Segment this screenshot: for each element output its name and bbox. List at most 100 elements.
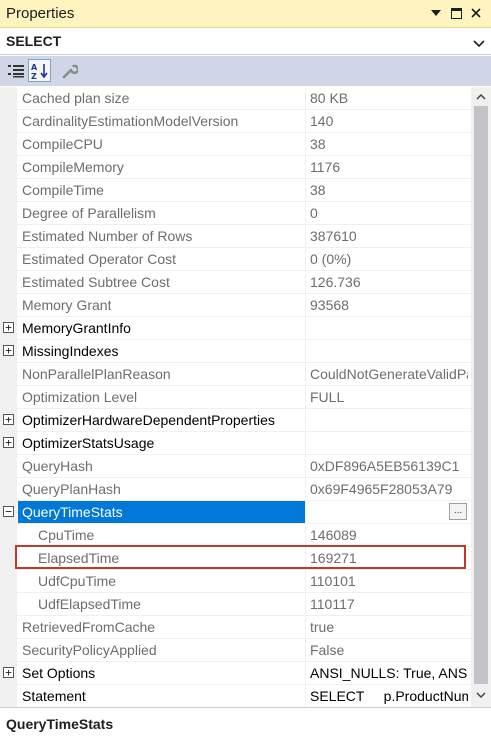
property-row-udf-cpu-time[interactable]: UdfCpuTime 110101 xyxy=(0,570,471,593)
property-row-query-plan-hash[interactable]: QueryPlanHash 0x69F4965F28053A79 xyxy=(0,478,471,501)
property-name: MemoryGrantInfo xyxy=(22,320,131,336)
property-name: QueryTimeStats xyxy=(18,501,305,523)
property-value: 110101 xyxy=(310,573,356,589)
maximize-icon[interactable] xyxy=(447,4,465,22)
property-row-optimization-level[interactable]: Optimization Level FULL xyxy=(0,386,471,409)
property-value: False xyxy=(310,642,345,658)
property-row-cardinality-estimation-model-version[interactable]: CardinalityEstimationModelVersion 140 xyxy=(0,110,471,133)
scroll-down-arrow-icon[interactable] xyxy=(471,686,491,704)
property-name: Memory Grant xyxy=(22,297,112,313)
property-row-query-time-stats[interactable]: − QueryTimeStats ... xyxy=(0,501,471,524)
property-name: CpuTime xyxy=(38,527,95,543)
property-grid: Cached plan size 80 KB CardinalityEstima… xyxy=(0,87,471,707)
property-row-memory-grant-info[interactable]: + MemoryGrantInfo xyxy=(0,317,471,340)
property-name: Estimated Subtree Cost xyxy=(22,274,170,290)
property-value: 169271 xyxy=(310,550,357,566)
property-row-compile-cpu[interactable]: CompileCPU 38 xyxy=(0,133,471,156)
collapse-minus-icon[interactable]: − xyxy=(3,506,14,517)
description-title: QueryTimeStats xyxy=(6,716,114,732)
property-value: SELECT p.ProductNumber xyxy=(310,688,468,704)
property-name: RetrievedFromCache xyxy=(22,619,156,635)
property-row-degree-of-parallelism[interactable]: Degree of Parallelism 0 xyxy=(0,202,471,225)
property-name: Statement xyxy=(22,688,86,704)
property-value: 0x69F4965F28053A79 xyxy=(310,481,453,497)
property-value xyxy=(310,340,468,362)
alphabetical-sort-icon[interactable]: A Z xyxy=(28,59,51,82)
property-row-estimated-operator-cost[interactable]: Estimated Operator Cost 0 (0%) xyxy=(0,248,471,271)
property-name: CardinalityEstimationModelVersion xyxy=(22,113,239,129)
property-row-estimated-subtree-cost[interactable]: Estimated Subtree Cost 126.736 xyxy=(0,271,471,294)
property-name: OptimizerHardwareDependentProperties xyxy=(22,412,275,428)
panel-title: Properties xyxy=(6,5,75,22)
object-selector[interactable]: SELECT xyxy=(0,29,491,55)
svg-text:Z: Z xyxy=(31,72,37,80)
property-row-memory-grant[interactable]: Memory Grant 93568 xyxy=(0,294,471,317)
property-value: 80 KB xyxy=(310,90,349,106)
property-value: 0 (0%) xyxy=(310,251,352,267)
property-row-compile-time[interactable]: CompileTime 38 xyxy=(0,179,471,202)
close-icon[interactable] xyxy=(467,4,485,22)
property-row-optimizer-hardware-dependent-properties[interactable]: + OptimizerHardwareDependentProperties xyxy=(0,409,471,432)
property-value: 38 xyxy=(310,182,326,198)
property-value: 38 xyxy=(310,136,326,152)
property-name: MissingIndexes xyxy=(22,343,119,359)
categorized-view-icon[interactable] xyxy=(4,59,27,82)
svg-text:A: A xyxy=(31,63,38,72)
property-row-optimizer-stats-usage[interactable]: + OptimizerStatsUsage xyxy=(0,432,471,455)
property-value: 146089 xyxy=(310,527,357,543)
selected-object-name: SELECT xyxy=(6,33,62,49)
expand-plus-icon[interactable]: + xyxy=(3,322,14,333)
property-row-cpu-time[interactable]: CpuTime 146089 xyxy=(0,524,471,547)
property-value: 387610 xyxy=(310,228,357,244)
property-value: 140 xyxy=(310,113,334,129)
property-name: Estimated Number of Rows xyxy=(22,228,193,244)
property-row-statement[interactable]: Statement SELECT p.ProductNumber xyxy=(0,685,471,707)
property-row-set-options[interactable]: + Set Options ANSI_NULLS: True, ANSI_PAD… xyxy=(0,662,471,685)
property-row-non-parallel-plan-reason[interactable]: NonParallelPlanReason CouldNotGenerateVa… xyxy=(0,363,471,386)
property-row-udf-elapsed-time[interactable]: UdfElapsedTime 110117 xyxy=(0,593,471,616)
property-name: OptimizerStatsUsage xyxy=(22,435,155,451)
description-pane: QueryTimeStats xyxy=(0,707,491,742)
property-name: QueryHash xyxy=(22,458,93,474)
property-row-compile-memory[interactable]: CompileMemory 1176 xyxy=(0,156,471,179)
expand-plus-icon[interactable]: + xyxy=(3,414,14,425)
property-value: 110117 xyxy=(310,596,355,612)
expand-plus-icon[interactable]: + xyxy=(3,437,14,448)
window-position-dropdown-icon[interactable] xyxy=(427,4,445,22)
property-value: CouldNotGenerateValidParallelPlan xyxy=(310,366,468,382)
property-value: 1176 xyxy=(310,159,341,175)
property-value xyxy=(310,501,468,523)
scrollbar-thumb[interactable] xyxy=(474,106,488,684)
property-row-elapsed-time[interactable]: ElapsedTime 169271 xyxy=(0,547,471,570)
property-name: Set Options xyxy=(22,665,96,681)
vertical-scrollbar[interactable] xyxy=(471,87,491,707)
property-name: CompileMemory xyxy=(22,159,124,175)
property-value xyxy=(310,409,468,431)
wrench-icon[interactable] xyxy=(58,59,81,82)
property-name: CompileTime xyxy=(22,182,104,198)
property-row-query-hash[interactable]: QueryHash 0xDF896A5EB56139C1 xyxy=(0,455,471,478)
property-value: 93568 xyxy=(310,297,349,313)
property-value xyxy=(310,432,468,454)
expand-plus-icon[interactable]: + xyxy=(3,667,14,678)
property-name: UdfCpuTime xyxy=(38,573,117,589)
property-name: Cached plan size xyxy=(22,90,130,106)
ellipsis-button[interactable]: ... xyxy=(449,503,467,520)
property-name: ElapsedTime xyxy=(38,550,120,566)
property-row-cached-plan-size[interactable]: Cached plan size 80 KB xyxy=(0,87,471,110)
property-row-estimated-number-of-rows[interactable]: Estimated Number of Rows 387610 xyxy=(0,225,471,248)
property-row-missing-indexes[interactable]: + MissingIndexes xyxy=(0,340,471,363)
property-value xyxy=(310,317,468,339)
property-value: 0 xyxy=(310,205,318,221)
expand-plus-icon[interactable]: + xyxy=(3,345,14,356)
property-name: Estimated Operator Cost xyxy=(22,251,177,267)
property-name: NonParallelPlanReason xyxy=(22,366,171,382)
property-row-retrieved-from-cache[interactable]: RetrievedFromCache true xyxy=(0,616,471,639)
properties-toolbar: A Z xyxy=(0,56,491,86)
scroll-up-arrow-icon[interactable] xyxy=(471,88,491,106)
property-value: 126.736 xyxy=(310,274,361,290)
chevron-down-icon[interactable] xyxy=(473,35,485,51)
property-value: 0xDF896A5EB56139C1 xyxy=(310,458,460,474)
property-value: ANSI_NULLS: True, ANSI_PADDING: True xyxy=(310,665,468,681)
property-row-security-policy-applied[interactable]: SecurityPolicyApplied False xyxy=(0,639,471,662)
